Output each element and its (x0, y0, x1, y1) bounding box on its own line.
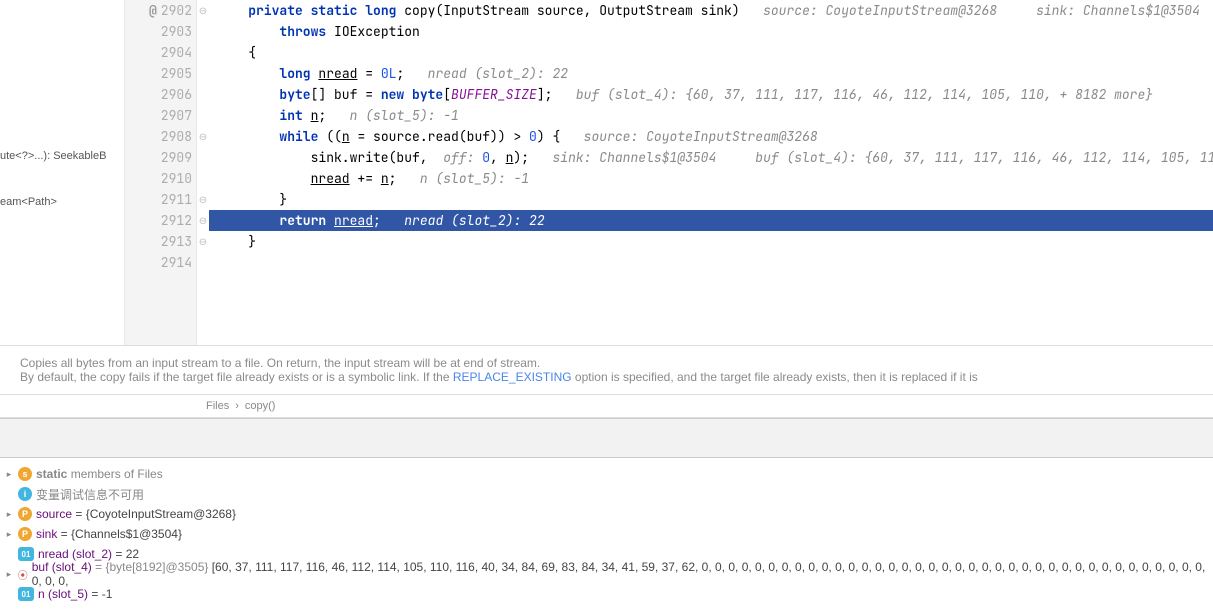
fold-handle (197, 168, 209, 189)
struct-item[interactable]: ute<?>...): SeekableB (0, 148, 124, 164)
line-number[interactable]: 2913 (125, 231, 196, 252)
code-line[interactable]: return nread; nread (slot_2): 22 (209, 210, 1213, 231)
line-number[interactable]: 2906 (125, 84, 196, 105)
fold-handle[interactable]: ⊖ (197, 189, 209, 210)
code-line[interactable]: int n; n (slot_5): -1 (209, 105, 1213, 126)
fold-handle (197, 84, 209, 105)
code-line[interactable]: byte[] buf = new byte[BUFFER_SIZE]; buf … (209, 84, 1213, 105)
line-number[interactable]: 2914 (125, 252, 196, 273)
code-line[interactable] (209, 252, 1213, 273)
var-static[interactable]: ▸sstatic members of Files (0, 464, 1213, 484)
code-line[interactable]: } (209, 189, 1213, 210)
var-source[interactable]: ▸Psource = {CoyoteInputStream@3268} (0, 504, 1213, 524)
variables-panel[interactable]: ▸sstatic members of Files i变量调试信息不可用 ▸Ps… (0, 458, 1213, 610)
line-number[interactable]: 2905 (125, 63, 196, 84)
doc-link[interactable]: REPLACE_EXISTING (453, 370, 572, 384)
code-line[interactable]: private static long copy(InputStream sou… (209, 0, 1213, 21)
line-number[interactable]: 2907 (125, 105, 196, 126)
debugger-toolbar[interactable] (0, 418, 1213, 458)
code-line[interactable]: { (209, 42, 1213, 63)
fold-handle[interactable]: ⊖ (197, 210, 209, 231)
struct-item[interactable]: eam<Path> (0, 194, 124, 210)
code-line[interactable]: } (209, 231, 1213, 252)
fold-handle (197, 63, 209, 84)
code-line[interactable]: nread += n; n (slot_5): -1 (209, 168, 1213, 189)
editor-zone: ute<?>...): SeekableB eam<Path> @2902290… (0, 0, 1213, 345)
code-line[interactable]: throws IOException (209, 21, 1213, 42)
crumb-method[interactable]: copy() (245, 400, 276, 412)
var-buf[interactable]: ▸⦿buf (slot_4) = {byte[8192]@3505} [60, … (0, 564, 1213, 584)
breadcrumb[interactable]: Files › copy() (0, 394, 1213, 418)
fold-column[interactable]: ⊖⊖⊖⊖⊖ (197, 0, 209, 345)
javadoc-panel: Copies all bytes from an input stream to… (0, 345, 1213, 394)
crumb-sep: › (235, 400, 239, 412)
var-info: i变量调试信息不可用 (0, 484, 1213, 504)
code-line[interactable]: while ((n = source.read(buf)) > 0) { sou… (209, 126, 1213, 147)
line-number[interactable]: 2911 (125, 189, 196, 210)
line-number[interactable]: @2902 (125, 0, 196, 21)
fold-handle (197, 105, 209, 126)
line-number[interactable]: 2904 (125, 42, 196, 63)
doc-line: By default, the copy fails if the target… (20, 370, 1193, 384)
fold-handle (197, 252, 209, 273)
fold-handle[interactable]: ⊖ (197, 126, 209, 147)
fold-handle (197, 42, 209, 63)
line-number[interactable]: 2910 (125, 168, 196, 189)
doc-line: Copies all bytes from an input stream to… (20, 356, 1193, 370)
crumb-class[interactable]: Files (206, 400, 229, 412)
code-area[interactable]: private static long copy(InputStream sou… (209, 0, 1213, 345)
line-number[interactable]: 2908 (125, 126, 196, 147)
line-number[interactable]: 2909 (125, 147, 196, 168)
structure-sidebar[interactable]: ute<?>...): SeekableB eam<Path> (0, 0, 125, 345)
fold-handle (197, 21, 209, 42)
code-line[interactable]: sink.write(buf, off: 0, n); sink: Channe… (209, 147, 1213, 168)
fold-handle[interactable]: ⊖ (197, 231, 209, 252)
fold-handle[interactable]: ⊖ (197, 0, 209, 21)
fold-handle (197, 147, 209, 168)
code-line[interactable]: long nread = 0L; nread (slot_2): 22 (209, 63, 1213, 84)
line-number[interactable]: 2903 (125, 21, 196, 42)
line-number[interactable]: 2912 (125, 210, 196, 231)
line-gutter[interactable]: @290229032904290529062907290829092910291… (125, 0, 197, 345)
var-sink[interactable]: ▸Psink = {Channels$1@3504} (0, 524, 1213, 544)
